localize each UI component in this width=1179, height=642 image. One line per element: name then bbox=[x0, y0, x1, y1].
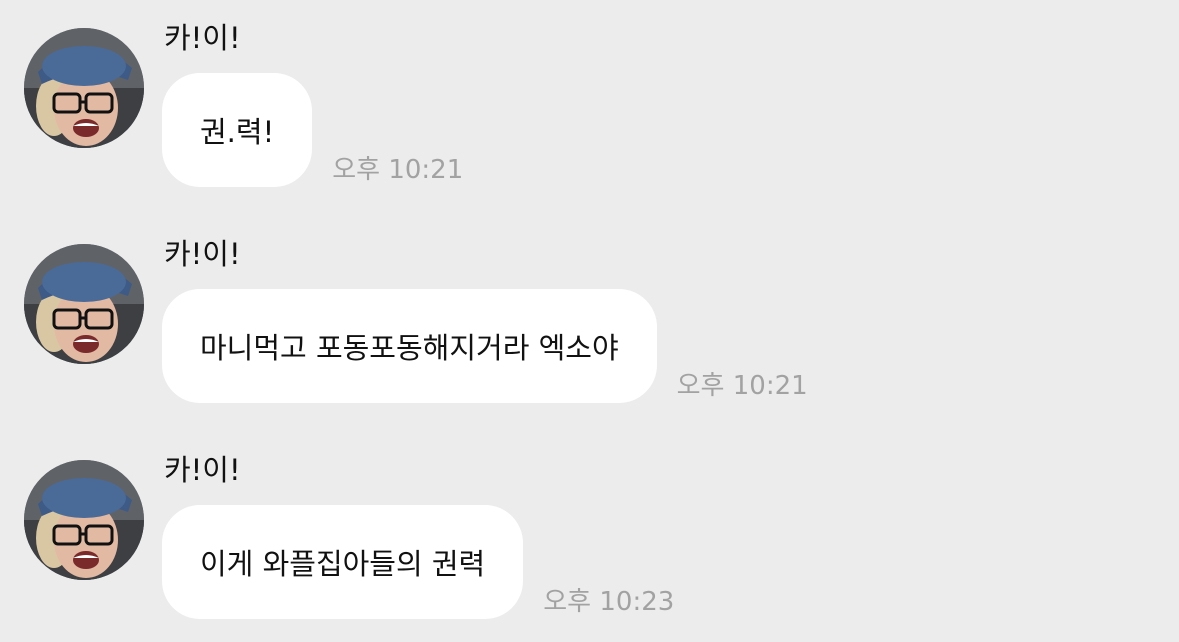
message-bubble[interactable]: 마니먹고 포동포동해지거라 엑소야 bbox=[162, 289, 657, 403]
message-row: 이게 와플집아들의 권력 오후 10:23 bbox=[162, 505, 674, 619]
avatar-photo-icon bbox=[24, 28, 144, 148]
message-group: 카!이! 이게 와플집아들의 권력 오후 10:23 bbox=[0, 432, 1179, 622]
message-bubble[interactable]: 이게 와플집아들의 권력 bbox=[162, 505, 524, 619]
sender-avatar[interactable] bbox=[24, 28, 144, 148]
avatar-photo-icon bbox=[24, 460, 144, 580]
avatar-photo-icon bbox=[24, 244, 144, 364]
message-group: 카!이! 권.력! 오후 10:21 bbox=[0, 0, 1179, 190]
message-timestamp: 오후 10:21 bbox=[332, 155, 464, 185]
sender-avatar[interactable] bbox=[24, 244, 144, 364]
message-bubble[interactable]: 권.력! bbox=[162, 73, 313, 187]
message-timestamp: 오후 10:23 bbox=[543, 587, 675, 617]
chat-transcript: 카!이! 권.력! 오후 10:21 카!이! 마니먹고 포동포동해지거라 엑소… bbox=[0, 0, 1179, 642]
message-group: 카!이! 마니먹고 포동포동해지거라 엑소야 오후 10:21 bbox=[0, 216, 1179, 406]
sender-name: 카!이! bbox=[164, 453, 241, 487]
sender-name: 카!이! bbox=[164, 21, 241, 55]
message-row: 마니먹고 포동포동해지거라 엑소야 오후 10:21 bbox=[162, 289, 808, 403]
message-timestamp: 오후 10:21 bbox=[676, 371, 808, 401]
message-row: 권.력! 오후 10:21 bbox=[162, 73, 463, 187]
sender-name: 카!이! bbox=[164, 237, 241, 271]
sender-avatar[interactable] bbox=[24, 460, 144, 580]
